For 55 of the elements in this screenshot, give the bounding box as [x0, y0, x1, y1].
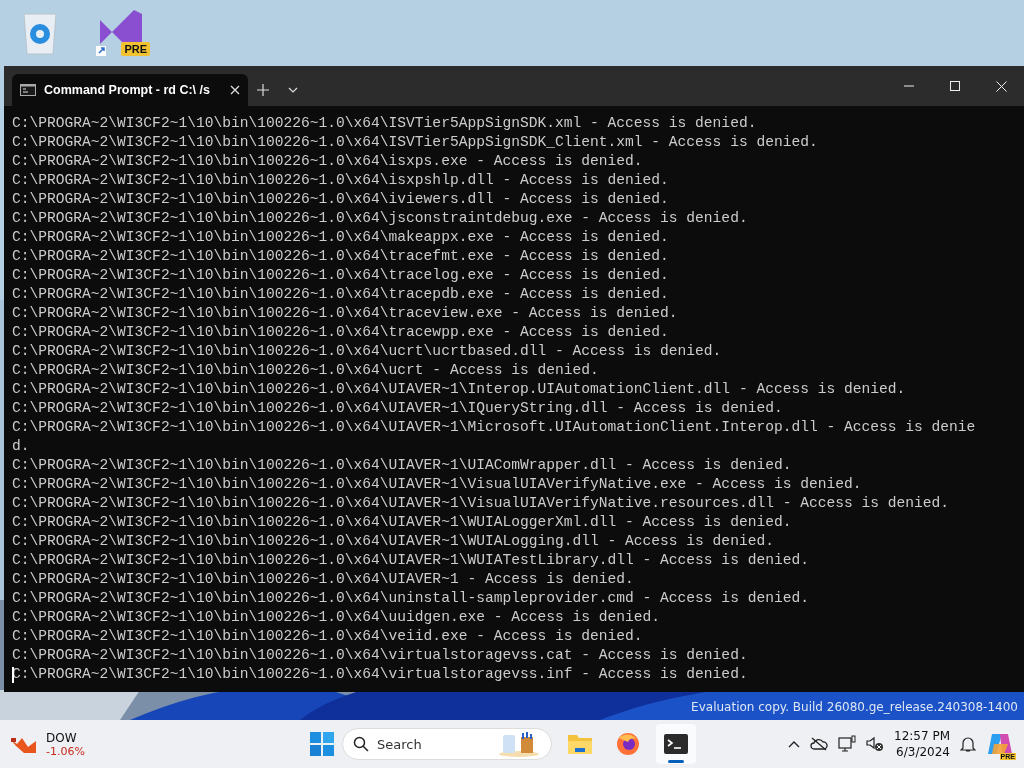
- console-line: C:\PROGRA~2\WI3CF2~1\10\bin\100226~1.0\x64\UIAVER~1\WUIALoggerXml.dll - Access is denied.: [12, 513, 792, 532]
- console-line: C:\PROGRA~2\WI3CF2~1\10\bin\100226~1.0\x64\tracewpp.exe - Access is denied.: [12, 323, 669, 342]
- console-line: C:\PROGRA~2\WI3CF2~1\10\bin\100226~1.0\x64\UIAVER~1\UIAComWrapper.dll - Access is denied.: [12, 456, 792, 475]
- preview-badge: PRE: [121, 42, 150, 56]
- console-line: C:\PROGRA~2\WI3CF2~1\10\bin\100226~1.0\x64\iviewers.dll - Access is denied.: [12, 190, 669, 209]
- folder-icon: [567, 733, 593, 755]
- console-line: C:\PROGRA~2\WI3CF2~1\10\bin\100226~1.0\x64\uninstall-sampleprovider.cmd - Access is denied.: [12, 589, 809, 608]
- console-line: C:\PROGRA~2\WI3CF2~1\10\bin\100226~1.0\x64\tracefmt.exe - Access is denied.: [12, 247, 669, 266]
- console-line: C:\PROGRA~2\WI3CF2~1\10\bin\100226~1.0\x64\UIAVER~1\WUIALogging.dll - Access is denied.: [12, 532, 774, 551]
- command-prompt-icon: [20, 84, 36, 96]
- new-tab-icon[interactable]: [257, 84, 269, 96]
- console-line: C:\PROGRA~2\WI3CF2~1\10\bin\100226~1.0\x64\virtualstoragevss.cat - Access is denied.: [12, 646, 748, 665]
- search-box[interactable]: Search: [342, 728, 552, 760]
- cloud-off-icon[interactable]: [810, 737, 828, 751]
- console-line: d.: [12, 437, 30, 456]
- console-line: C:\PROGRA~2\WI3CF2~1\10\bin\100226~1.0\x64\ISVTier5AppSignSDK_Client.xml - Access is denied.: [12, 133, 818, 152]
- console-line: C:\PROGRA~2\WI3CF2~1\10\bin\100226~1.0\x64\UIAVER~1\IQueryString.dll - Access is denied.: [12, 399, 783, 418]
- maximize-icon[interactable]: [950, 81, 960, 91]
- console-line: C:\PROGRA~2\WI3CF2~1\10\bin\100226~1.0\x64\veiid.exe - Access is denied.: [12, 627, 643, 646]
- clock-date[interactable]: 6/3/2024: [896, 744, 950, 760]
- dropdown-caret-icon[interactable]: [288, 87, 298, 93]
- console-line: C:\PROGRA~2\WI3CF2~1\10\bin\100226~1.0\x64\uuidgen.exe - Access is denied.: [12, 608, 661, 627]
- stock-change: -1.06%: [46, 744, 85, 758]
- console-line: C:\PROGRA~2\WI3CF2~1\10\bin\100226~1.0\x64\ucrt - Access is denied.: [12, 361, 599, 380]
- console-line: C:\PROGRA~2\WI3CF2~1\10\bin\100226~1.0\x64\isxps.exe - Access is denied.: [12, 152, 643, 171]
- search-icon: [353, 736, 369, 752]
- terminal-tab[interactable]: Command Prompt - rd C:\ /s: [12, 74, 248, 106]
- console-line: C:\PROGRA~2\WI3CF2~1\10\bin\100226~1.0\x64\ucrt\ucrtbased.dll - Access is denied.: [12, 342, 722, 361]
- search-highlight-drawing: [497, 731, 541, 757]
- terminal-icon: [663, 733, 689, 755]
- console-line: C:\PROGRA~2\WI3CF2~1\10\bin\100226~1.0\x64\UIAVER~1\Interop.UIAutomationClient.dll - Access is denied.: [12, 380, 906, 399]
- console-line: C:\PROGRA~2\WI3CF2~1\10\bin\100226~1.0\x64\UIAVER~1\WUIATestLibrary.dll - Access is denied.: [12, 551, 809, 570]
- console-line: C:\PROGRA~2\WI3CF2~1\10\bin\100226~1.0\x64\UIAVER~1\Microsoft.UIAutomationClient.Interop.dll - Access is denie: [12, 418, 976, 437]
- evaluation-watermark: Evaluation copy. Build 26080.ge_release.240308-1400: [691, 700, 1018, 714]
- console-line: C:\PROGRA~2\WI3CF2~1\10\bin\100226~1.0\x64\makeappx.exe - Access is denied.: [12, 228, 669, 247]
- close-icon[interactable]: [230, 85, 240, 95]
- close-icon[interactable]: [995, 80, 1007, 92]
- console-line: C:\PROGRA~2\WI3CF2~1\10\bin\100226~1.0\x64\UIAVER~1\VisualUIAVerifyNative.resources.dll - Access is denied.: [12, 494, 950, 513]
- console-line: C:\PROGRA~2\WI3CF2~1\10\bin\100226~1.0\x64\virtualstoragevss.inf - Access is denied.: [12, 665, 748, 684]
- network-icon[interactable]: [838, 735, 856, 753]
- chevron-up-icon[interactable]: [788, 740, 800, 748]
- bell-icon[interactable]: [960, 735, 976, 753]
- console-line: C:\PROGRA~2\WI3CF2~1\10\bin\100226~1.0\x64\UIAVER~1\VisualUIAVerifyNative.exe - Access is denied.: [12, 475, 862, 494]
- console-line: C:\PROGRA~2\WI3CF2~1\10\bin\100226~1.0\x64\UIAVER~1 - Access is denied.: [12, 570, 634, 589]
- volume-muted-icon[interactable]: [866, 736, 884, 752]
- console-line: C:\PROGRA~2\WI3CF2~1\10\bin\100226~1.0\x64\isxpshlp.dll - Access is denied.: [12, 171, 669, 190]
- console-line: C:\PROGRA~2\WI3CF2~1\10\bin\100226~1.0\x64\jsconstraintdebug.exe - Access is denied.: [12, 209, 748, 228]
- console-line: C:\PROGRA~2\WI3CF2~1\10\bin\100226~1.0\x64\ISVTier5AppSignSDK.xml - Access is denied.: [12, 114, 757, 133]
- console-line: C:\PROGRA~2\WI3CF2~1\10\bin\100226~1.0\x64\tracepdb.exe - Access is denied.: [12, 285, 669, 304]
- console-line: C:\PROGRA~2\WI3CF2~1\10\bin\100226~1.0\x64\traceview.exe - Access is denied.: [12, 304, 678, 323]
- start-icon[interactable]: [310, 732, 334, 756]
- console-line: C:\PROGRA~2\WI3CF2~1\10\bin\100226~1.0\x64\tracelog.exe - Access is denied.: [12, 266, 669, 285]
- taskbar-app[interactable]: [656, 724, 696, 764]
- clock-time[interactable]: 12:57 PM: [894, 728, 950, 744]
- stock-name: DOW: [46, 730, 78, 745]
